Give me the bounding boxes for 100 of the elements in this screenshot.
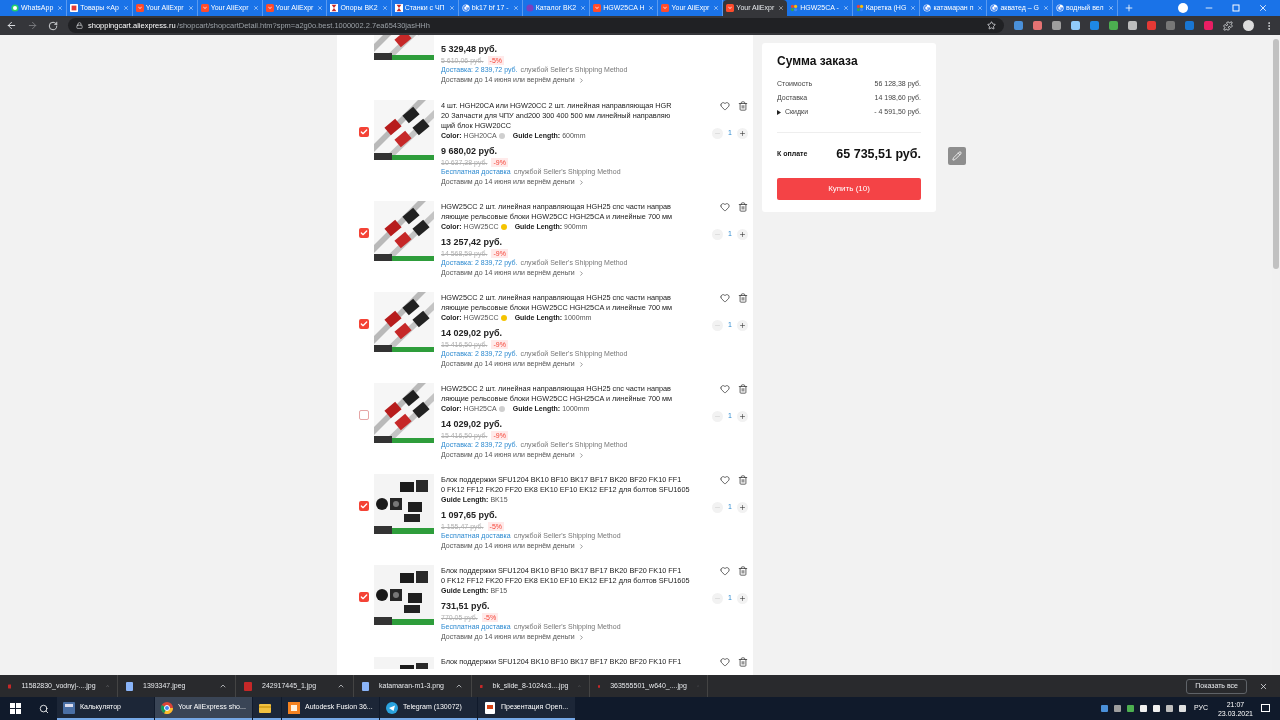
item-checkbox[interactable] bbox=[358, 410, 369, 420]
taskbar-app[interactable] bbox=[253, 697, 281, 720]
forward-icon[interactable] bbox=[27, 20, 38, 31]
delete-trash-icon[interactable] bbox=[738, 384, 748, 394]
extension-icon[interactable] bbox=[1166, 21, 1175, 30]
minus-icon bbox=[714, 504, 721, 511]
extension-icon[interactable] bbox=[1128, 21, 1137, 30]
item-checkbox[interactable] bbox=[358, 319, 369, 329]
avatar-icon[interactable] bbox=[1243, 20, 1254, 31]
close-icon[interactable] bbox=[1259, 681, 1268, 691]
wishlist-heart-icon[interactable] bbox=[720, 293, 730, 303]
summary-title: Сумма заказа bbox=[777, 53, 859, 69]
chevron-icon[interactable] bbox=[577, 633, 585, 641]
extension-icon[interactable] bbox=[1014, 21, 1023, 30]
back-icon[interactable] bbox=[6, 20, 17, 31]
increase-button[interactable] bbox=[737, 320, 748, 331]
price: 1 097,65 руб. bbox=[441, 509, 498, 521]
item-checkbox[interactable] bbox=[358, 501, 369, 511]
delete-trash-icon[interactable] bbox=[738, 475, 748, 485]
chevron-icon[interactable] bbox=[577, 451, 585, 459]
notifications-icon[interactable] bbox=[1261, 704, 1270, 713]
price: 731,51 руб. bbox=[441, 600, 491, 612]
app-icon bbox=[63, 701, 75, 714]
app-icon bbox=[386, 701, 398, 714]
app-icon bbox=[288, 701, 300, 714]
check-icon bbox=[359, 502, 368, 510]
increase-button[interactable] bbox=[737, 593, 748, 604]
extension-icon[interactable] bbox=[1109, 21, 1118, 30]
extensions-icon[interactable] bbox=[1223, 20, 1233, 31]
extension-icon[interactable] bbox=[1204, 21, 1213, 30]
extension-icon[interactable] bbox=[1071, 21, 1080, 30]
increase-button[interactable] bbox=[737, 128, 748, 139]
chevron-icon[interactable] bbox=[577, 542, 585, 550]
plus-icon bbox=[739, 322, 746, 329]
favicon-icon bbox=[200, 4, 209, 12]
wishlist-heart-icon[interactable] bbox=[720, 475, 730, 485]
search-icon[interactable] bbox=[39, 703, 49, 714]
new-tab-icon[interactable] bbox=[1123, 3, 1134, 13]
favicon-icon bbox=[990, 4, 999, 12]
wishlist-heart-icon[interactable] bbox=[720, 566, 730, 576]
plus-icon bbox=[739, 504, 746, 511]
delete-trash-icon[interactable] bbox=[738, 293, 748, 303]
app-icon bbox=[484, 701, 496, 714]
increase-button[interactable] bbox=[737, 411, 748, 422]
favicon-icon bbox=[11, 4, 19, 12]
price: 5 329,48 руб. bbox=[441, 43, 498, 55]
favicon-icon bbox=[525, 4, 534, 12]
delete-trash-icon[interactable] bbox=[738, 202, 748, 212]
wishlist-heart-icon[interactable] bbox=[720, 384, 730, 394]
buy-button[interactable]: Купить (10) bbox=[777, 177, 921, 200]
caret-icon[interactable] bbox=[455, 682, 463, 690]
favicon-icon bbox=[330, 4, 339, 12]
minus-icon bbox=[714, 130, 721, 137]
windows-start-icon[interactable] bbox=[10, 703, 21, 714]
bookmark-star-icon[interactable] bbox=[987, 21, 996, 30]
delete-trash-icon[interactable] bbox=[738, 566, 748, 576]
profile-dropdown-icon[interactable] bbox=[1178, 3, 1188, 13]
chevron-icon[interactable] bbox=[577, 360, 585, 368]
chevron-icon[interactable] bbox=[577, 269, 585, 277]
reload-icon[interactable] bbox=[48, 20, 58, 31]
favicon-icon bbox=[855, 4, 864, 12]
wishlist-heart-icon[interactable] bbox=[720, 657, 730, 667]
extension-icon[interactable] bbox=[1185, 21, 1194, 30]
extension-icon[interactable] bbox=[1147, 21, 1156, 30]
extension-icon[interactable] bbox=[1052, 21, 1061, 30]
minus-icon bbox=[714, 595, 721, 602]
increase-button[interactable] bbox=[737, 502, 748, 513]
increase-button[interactable] bbox=[737, 229, 748, 240]
check-icon bbox=[359, 593, 368, 601]
favicon-icon bbox=[726, 4, 735, 12]
favicon-icon bbox=[394, 4, 403, 12]
extension-icon[interactable] bbox=[1090, 21, 1099, 30]
item-checkbox[interactable] bbox=[358, 127, 369, 137]
pencil-icon bbox=[952, 151, 962, 161]
item-checkbox[interactable] bbox=[358, 592, 369, 602]
caret-icon[interactable] bbox=[219, 682, 227, 690]
item-checkbox[interactable] bbox=[358, 228, 369, 238]
check-icon bbox=[359, 128, 368, 136]
favicon-icon bbox=[1055, 4, 1064, 12]
document-file-icon bbox=[362, 681, 369, 691]
price: 9 680,02 руб. bbox=[441, 145, 498, 157]
wishlist-heart-icon[interactable] bbox=[720, 202, 730, 212]
minus-icon bbox=[714, 322, 721, 329]
expand-triangle-icon[interactable] bbox=[777, 109, 781, 115]
extension-icon[interactable] bbox=[1033, 21, 1042, 30]
close-icon[interactable] bbox=[1258, 3, 1268, 13]
close-icon[interactable] bbox=[778, 5, 785, 11]
minus-icon bbox=[714, 413, 721, 420]
minus-icon bbox=[714, 231, 721, 238]
delete-trash-icon[interactable] bbox=[738, 657, 748, 667]
delete-trash-icon[interactable] bbox=[738, 101, 748, 111]
chevron-icon[interactable] bbox=[577, 76, 585, 84]
favicon-icon bbox=[265, 4, 274, 12]
edit-button[interactable] bbox=[948, 147, 966, 165]
maximize-icon[interactable] bbox=[1232, 4, 1240, 12]
caret-icon[interactable] bbox=[337, 682, 345, 690]
chevron-icon[interactable] bbox=[577, 178, 585, 186]
plus-icon bbox=[739, 231, 746, 238]
wishlist-heart-icon[interactable] bbox=[720, 101, 730, 111]
favicon-icon bbox=[70, 4, 79, 12]
